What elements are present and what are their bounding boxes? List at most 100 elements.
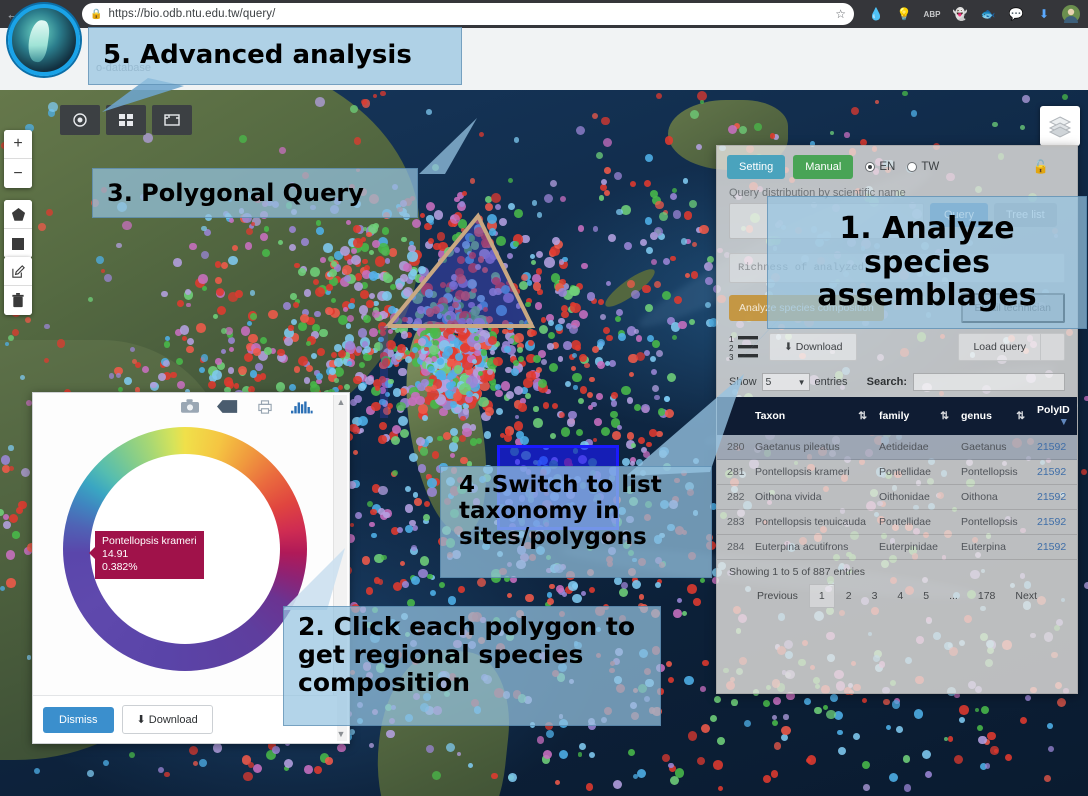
occurrence-dot[interactable] [259, 373, 267, 380]
occurrence-dot[interactable] [293, 365, 301, 373]
dismiss-button[interactable]: Dismiss [43, 706, 114, 733]
occurrence-dot[interactable] [705, 302, 712, 309]
occurrence-dot[interactable] [215, 287, 224, 296]
occurrence-dot[interactable] [626, 280, 635, 289]
occurrence-dot[interactable] [290, 318, 298, 326]
occurrence-dot[interactable] [228, 292, 239, 303]
occurrence-dot[interactable] [683, 211, 693, 220]
occurrence-dot[interactable] [325, 757, 333, 765]
occurrence-dot[interactable] [593, 226, 599, 232]
occurrence-dot[interactable] [8, 445, 14, 451]
occurrence-dot[interactable] [228, 255, 239, 266]
occurrence-dot[interactable] [411, 575, 421, 585]
occurrence-dot[interactable] [165, 335, 171, 341]
occurrence-dot[interactable] [11, 328, 20, 337]
occurrence-dot[interactable] [700, 723, 711, 734]
occurrence-dot[interactable] [240, 326, 251, 336]
occurrence-dot[interactable] [688, 318, 696, 325]
occurrence-dot[interactable] [315, 220, 322, 226]
occurrence-dot[interactable] [220, 348, 227, 355]
occurrence-dot[interactable] [976, 725, 983, 732]
occurrence-dot[interactable] [599, 195, 605, 201]
occurrence-dot[interactable] [682, 178, 689, 184]
occurrence-dot[interactable] [277, 348, 285, 357]
occurrence-dot[interactable] [640, 239, 648, 247]
occurrence-dot[interactable] [12, 531, 20, 539]
occurrence-dot[interactable] [249, 313, 257, 321]
occurrence-dot[interactable] [221, 261, 229, 269]
occurrence-dot[interactable] [549, 583, 555, 589]
occurrence-dot[interactable] [599, 313, 606, 320]
occurrence-dot[interactable] [628, 748, 636, 756]
occurrence-dot[interactable] [419, 555, 430, 566]
occurrence-dot[interactable] [491, 193, 502, 204]
occurrence-dot[interactable] [87, 296, 93, 302]
occurrence-dot[interactable] [572, 353, 578, 359]
occurrence-dot[interactable] [992, 121, 999, 128]
occurrence-dot[interactable] [670, 255, 676, 262]
table-row[interactable]: 280 Gaetanus pileatus Aetideidae Gaetanus 21… [717, 435, 1077, 460]
occurrence-dot[interactable] [201, 285, 207, 291]
occurrence-dot[interactable] [642, 284, 651, 294]
occurrence-dot[interactable] [621, 582, 628, 590]
occurrence-dot[interactable] [549, 433, 556, 440]
occurrence-dot[interactable] [704, 276, 714, 286]
occurrence-dot[interactable] [687, 730, 698, 741]
occurrence-dot[interactable] [326, 284, 333, 291]
occurrence-dot[interactable] [570, 286, 580, 296]
occurrence-dot[interactable] [593, 437, 598, 442]
occurrence-dot[interactable] [572, 593, 582, 604]
occurrence-dot[interactable] [1080, 469, 1087, 475]
occurrence-dot[interactable] [208, 380, 217, 390]
occurrence-dot[interactable] [341, 264, 352, 275]
occurrence-dot[interactable] [601, 116, 610, 126]
occurrence-dot[interactable] [366, 231, 372, 238]
occurrence-dot[interactable] [655, 200, 664, 210]
occurrence-dot[interactable] [572, 372, 582, 383]
occurrence-dot[interactable] [456, 751, 461, 757]
unlock-icon[interactable]: 🔓 [1033, 159, 1049, 175]
occurrence-dot[interactable] [507, 773, 517, 782]
occurrence-dot[interactable] [243, 772, 253, 782]
occurrence-dot[interactable] [334, 378, 339, 383]
occurrence-dot[interactable] [214, 261, 222, 268]
occurrence-dot[interactable] [885, 724, 891, 730]
occurrence-dot[interactable] [402, 581, 409, 588]
occurrence-dot[interactable] [616, 208, 623, 216]
occurrence-dot[interactable] [370, 508, 377, 515]
occurrence-dot[interactable] [575, 344, 582, 351]
occurrence-dot[interactable] [613, 171, 622, 180]
occurrence-dot[interactable] [883, 698, 890, 706]
occurrence-dot[interactable] [264, 346, 273, 356]
occurrence-dot[interactable] [546, 592, 552, 598]
occurrence-dot[interactable] [353, 395, 362, 404]
occurrence-dot[interactable] [116, 242, 122, 249]
occurrence-dot[interactable] [468, 763, 474, 769]
occurrence-dot[interactable] [1061, 94, 1068, 100]
occurrence-dot[interactable] [314, 765, 322, 774]
occurrence-dot[interactable] [212, 313, 218, 320]
occurrence-dot[interactable] [405, 525, 414, 534]
occurrence-dot[interactable] [173, 257, 182, 267]
occurrence-dot[interactable] [95, 255, 104, 264]
col-family[interactable]: family ⇅ [875, 397, 957, 435]
occurrence-dot[interactable] [837, 729, 843, 736]
occurrence-dot[interactable] [369, 328, 379, 338]
occurrence-dot[interactable] [427, 574, 433, 580]
occurrence-dot[interactable] [903, 784, 912, 793]
download-icon[interactable]: ⬇ [1030, 3, 1058, 25]
occurrence-dot[interactable] [346, 314, 355, 322]
occurrence-dot[interactable] [345, 340, 355, 351]
occurrence-dot[interactable] [546, 729, 554, 738]
occurrence-dot[interactable] [636, 768, 646, 778]
occurrence-dot[interactable] [301, 238, 309, 246]
occurrence-dot[interactable] [377, 579, 383, 585]
occurrence-dot[interactable] [676, 597, 682, 603]
occurrence-dot[interactable] [315, 97, 325, 107]
occurrence-dot[interactable] [352, 450, 358, 456]
occurrence-dot[interactable] [830, 130, 835, 135]
occurrence-dot[interactable] [184, 289, 191, 295]
occurrence-dot[interactable] [693, 598, 701, 606]
occurrence-dot[interactable] [543, 750, 553, 760]
lang-tw-radio[interactable]: TW [907, 161, 939, 173]
